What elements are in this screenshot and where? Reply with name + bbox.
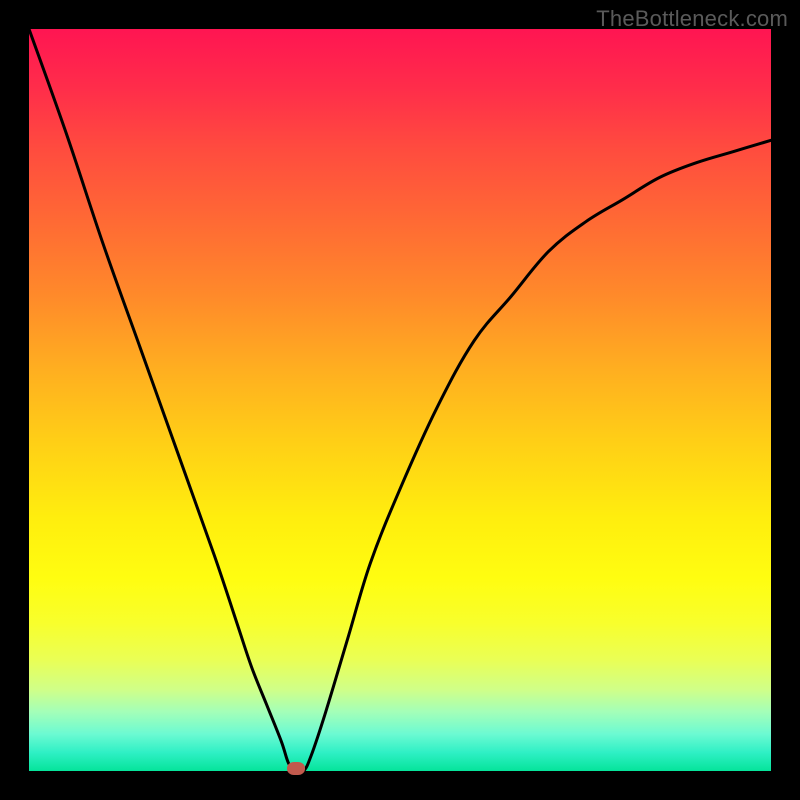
bottleneck-curve [29, 29, 771, 771]
optimal-point-marker [287, 762, 305, 775]
watermark-text: TheBottleneck.com [596, 6, 788, 32]
